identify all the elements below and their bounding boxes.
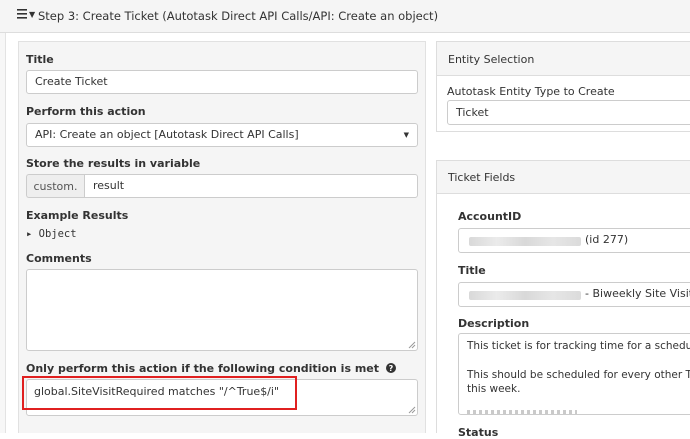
question-circle-icon[interactable]: ? — [385, 363, 396, 373]
account-id-label: AccountID — [458, 210, 522, 223]
resize-grip-icon[interactable] — [408, 341, 416, 349]
description-line: This ticket is for tracking time for a s… — [467, 340, 690, 352]
resize-grip-icon[interactable] — [408, 406, 416, 414]
action-select-value: API: Create an object [Autotask Direct A… — [35, 128, 299, 141]
example-results-label: Example Results — [26, 209, 129, 222]
description-line: This should be scheduled for every other… — [467, 369, 690, 381]
redacted-text — [469, 237, 581, 246]
description-line: this week. — [467, 383, 521, 395]
ticket-title-label: Title — [458, 264, 486, 277]
store-label: Store the results in variable — [26, 157, 201, 170]
variable-name-input[interactable]: result — [84, 174, 418, 198]
svg-text:?: ? — [389, 364, 394, 373]
caret-down-icon[interactable]: ▼ — [29, 10, 35, 19]
account-id-suffix: (id 277) — [585, 233, 629, 246]
highlight-box — [22, 376, 297, 410]
ticket-fields-panel: Ticket Fields AccountID (id 277) Title -… — [436, 160, 690, 439]
ticket-fields-title: Ticket Fields — [448, 171, 516, 184]
description-textarea[interactable]: This ticket is for tracking time for a s… — [458, 333, 690, 415]
account-id-input[interactable]: (id 277) — [458, 228, 690, 253]
step-title: Step 3: Create Ticket (Autotask Direct A… — [38, 9, 439, 23]
condition-label-text: Only perform this action if the followin… — [26, 362, 379, 375]
left-edge-strip — [0, 33, 6, 433]
entity-type-select[interactable]: Ticket — [447, 100, 690, 125]
action-settings-panel: Title Create Ticket Perform this action … — [18, 41, 426, 433]
variable-prefix: custom. — [26, 174, 84, 198]
ticket-title-input[interactable]: - Biweekly Site Visit ( — [458, 282, 690, 307]
example-results-tree[interactable]: ▸ Object — [26, 228, 77, 240]
ticket-fields-heading: Ticket Fields — [437, 161, 690, 194]
entity-type-label: Autotask Entity Type to Create — [447, 85, 615, 98]
step-header[interactable]: ▼ Step 3: Create Ticket (Autotask Direct… — [0, 0, 690, 33]
condition-label: Only perform this action if the followin… — [26, 362, 396, 375]
hamburger-icon[interactable] — [17, 8, 27, 20]
cut-off-text — [467, 410, 577, 414]
entity-selection-title: Entity Selection — [448, 53, 535, 66]
title-label: Title — [26, 53, 54, 66]
description-label: Description — [458, 317, 530, 330]
select-caret-icon: ▼ — [403, 131, 409, 139]
comments-textarea[interactable] — [26, 269, 418, 351]
comments-label: Comments — [26, 252, 92, 265]
action-select[interactable]: API: Create an object [Autotask Direct A… — [26, 123, 418, 147]
title-input[interactable]: Create Ticket — [26, 70, 418, 94]
action-label: Perform this action — [26, 105, 146, 118]
redacted-text — [469, 291, 581, 300]
entity-selection-heading: Entity Selection — [437, 42, 690, 76]
ticket-title-suffix: - Biweekly Site Visit ( — [585, 287, 690, 300]
entity-selection-panel: Entity Selection Autotask Entity Type to… — [436, 41, 690, 132]
